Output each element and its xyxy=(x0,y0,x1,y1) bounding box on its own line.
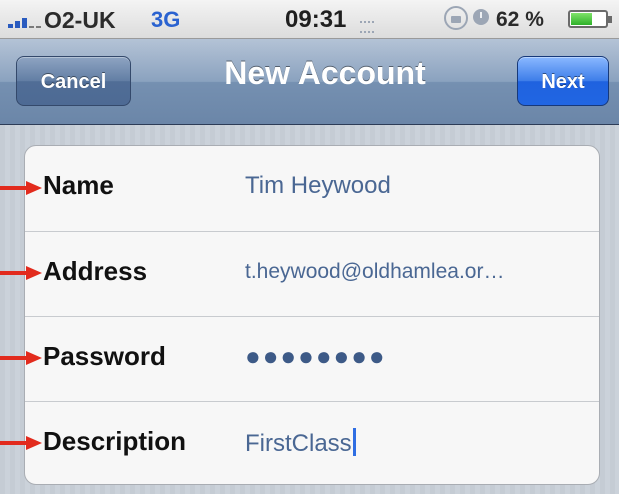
address-row[interactable]: Address t.heywood@oldhamlea.or… xyxy=(25,231,599,316)
arrow-icon xyxy=(0,181,44,195)
description-row[interactable]: Description FirstClass xyxy=(25,401,599,484)
description-label: Description xyxy=(43,426,187,456)
status-time: 09:31 xyxy=(285,6,347,33)
next-button[interactable]: Next xyxy=(517,56,609,106)
cancel-button[interactable]: Cancel xyxy=(16,56,131,106)
battery-icon xyxy=(568,10,612,28)
account-form: Name Tim Heywood Address t.heywood@oldha… xyxy=(24,145,600,485)
signal-strength-icon xyxy=(8,14,42,28)
name-field[interactable]: Tim Heywood xyxy=(245,172,391,200)
description-value: FirstClass xyxy=(245,430,352,457)
address-label: Address xyxy=(43,256,148,286)
text-cursor xyxy=(352,428,356,456)
navigation-bar: Cancel New Account Next xyxy=(0,39,619,125)
network-activity-icon xyxy=(360,21,374,33)
password-label: Password xyxy=(43,341,166,371)
description-field[interactable]: FirstClass xyxy=(245,428,356,458)
network-type: 3G xyxy=(151,7,181,32)
page-title: New Account xyxy=(224,55,426,91)
arrow-icon xyxy=(0,351,44,365)
rotation-lock-icon xyxy=(444,6,468,30)
battery-fill xyxy=(571,13,593,25)
arrow-icon xyxy=(0,266,44,280)
content-area: Name Tim Heywood Address t.heywood@oldha… xyxy=(0,125,619,494)
password-field[interactable]: ●●●●●●●● xyxy=(245,341,387,372)
alarm-icon xyxy=(473,9,489,25)
password-row[interactable]: Password ●●●●●●●● xyxy=(25,316,599,401)
name-row[interactable]: Name Tim Heywood xyxy=(25,146,599,231)
arrow-icon xyxy=(0,436,44,450)
battery-percentage: 62 % xyxy=(496,8,544,31)
status-bar: O2-UK 3G 09:31 62 % xyxy=(0,0,619,39)
name-label: Name xyxy=(43,170,114,200)
address-field[interactable]: t.heywood@oldhamlea.or… xyxy=(245,260,504,284)
carrier-name: O2-UK xyxy=(44,7,116,33)
